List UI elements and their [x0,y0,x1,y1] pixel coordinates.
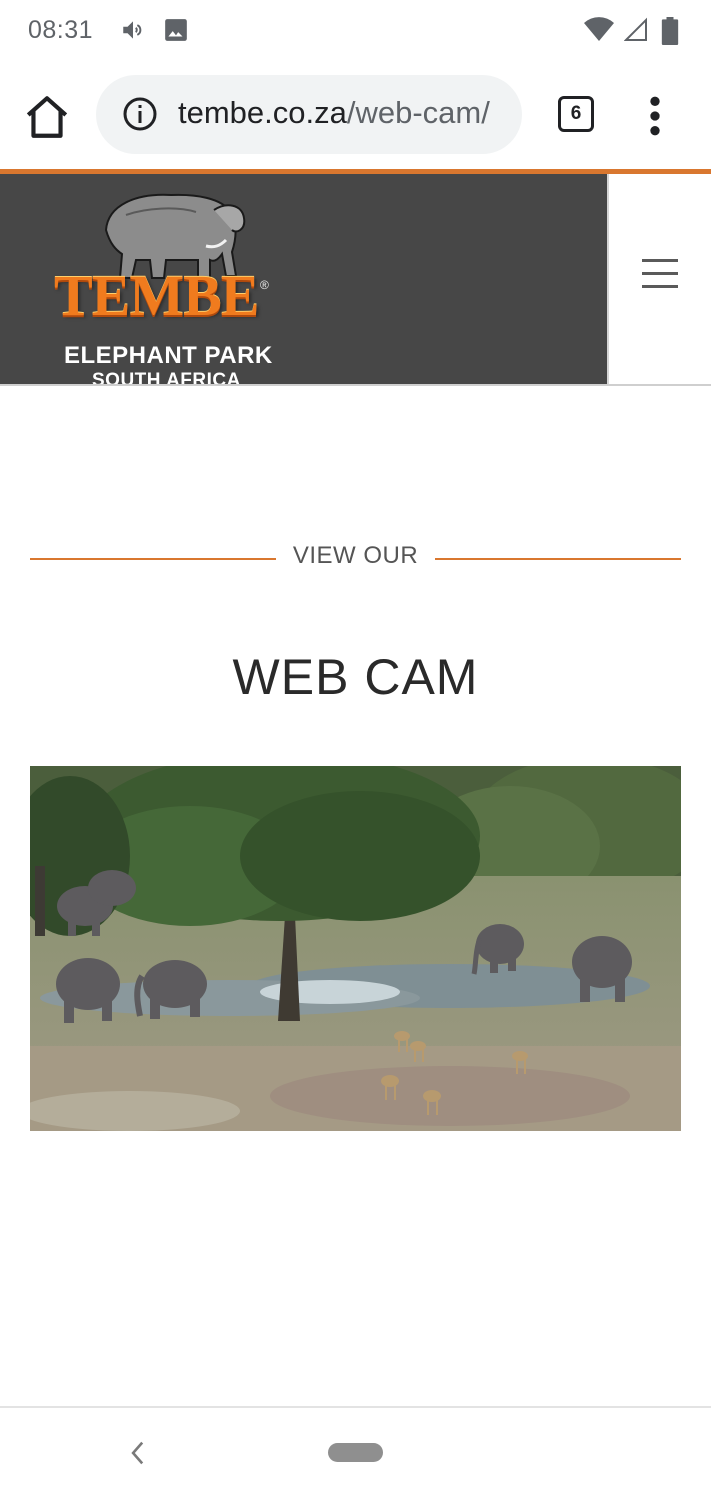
address-bar[interactable]: tembe.co.za/web-cam/ [96,75,522,154]
logo-area: TEMBE ® ELEPHANT PARK SOUTH AFRICA [0,174,607,391]
webcam-scene [30,766,681,1131]
hamburger-icon[interactable] [642,259,678,289]
url-host: tembe.co.za [178,95,347,130]
browser-toolbar: tembe.co.za/web-cam/ 6 [0,62,711,170]
tab-switcher-button[interactable]: 6 [558,96,594,132]
cell-signal-icon [624,17,647,41]
header-divider [0,384,711,386]
tembe-logo[interactable]: TEMBE ® ELEPHANT PARK SOUTH AFRICA [52,190,273,391]
logo-line2: SOUTH AFRICA [92,370,241,391]
image-notification-icon [165,19,187,41]
status-bar: 08:31 [0,0,711,62]
info-icon[interactable] [122,96,158,132]
section-kicker: VIEW OUR [292,542,419,569]
back-icon[interactable] [126,1440,148,1466]
kicker-line-left [30,558,276,560]
system-nav-divider [0,1406,711,1408]
volume-icon [123,21,142,39]
battery-icon [661,17,679,45]
url-path: /web-cam/ [346,95,490,130]
page-title: WEB CAM [232,649,479,705]
wifi-icon [584,17,614,41]
nav-toggle-area [607,174,711,385]
status-time: 08:31 [28,16,94,44]
site-header: TEMBE ® ELEPHANT PARK SOUTH AFRICA [0,174,711,391]
home-pill[interactable] [328,1443,383,1462]
logo-reg-mark: ® [260,278,269,292]
kicker-line-right [435,558,681,560]
url-text[interactable]: tembe.co.za/web-cam/ [178,95,490,131]
more-vert-icon[interactable] [640,96,670,136]
logo-line1: ELEPHANT PARK [64,342,273,369]
logo-brand-text: TEMBE [54,263,259,328]
webcam-image[interactable] [30,766,681,1131]
home-icon[interactable] [22,92,72,142]
tab-count: 6 [570,103,582,124]
